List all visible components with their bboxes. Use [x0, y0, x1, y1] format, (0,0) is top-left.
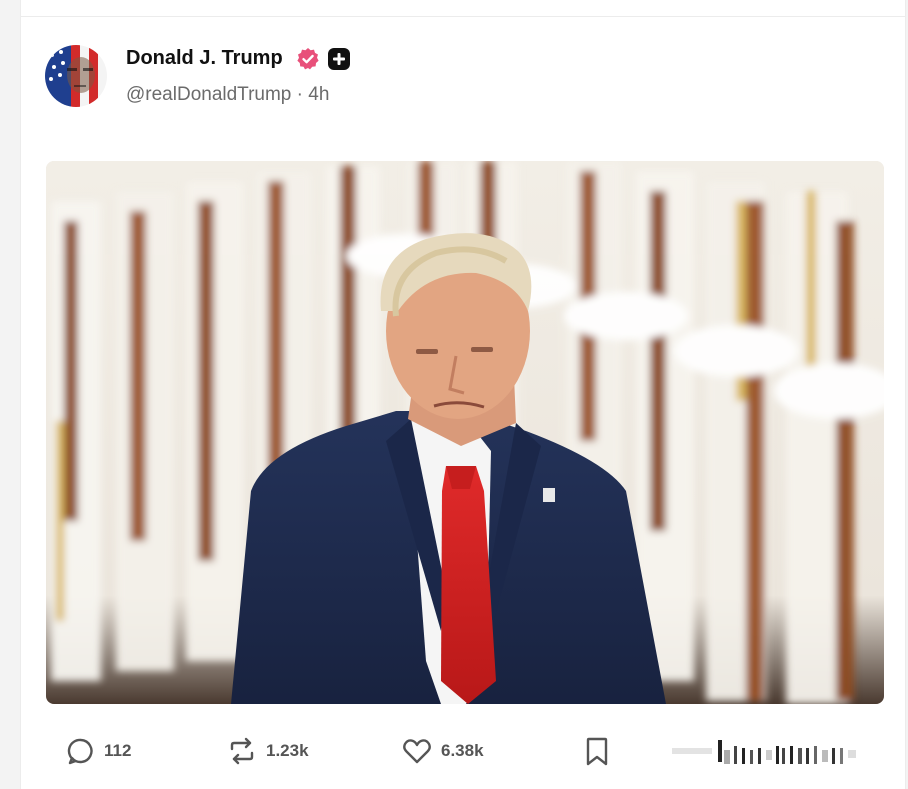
avatar-image-icon — [45, 45, 107, 107]
like-button[interactable]: 6.38k — [401, 736, 484, 766]
divider — [21, 16, 905, 17]
plus-badge-icon — [328, 48, 350, 70]
reply-count: 112 — [104, 741, 132, 760]
bookmark-icon — [586, 737, 608, 766]
like-count: 6.38k — [441, 741, 484, 760]
post-photo[interactable] — [46, 161, 884, 704]
repost-count: 1.23k — [266, 741, 309, 760]
avatar[interactable] — [45, 45, 107, 107]
verified-badge-icon — [296, 47, 320, 71]
bookmark-button[interactable] — [584, 736, 610, 768]
repost-icon — [230, 737, 254, 765]
post-photo-icon — [46, 161, 884, 704]
heart-icon — [403, 739, 431, 764]
meta-separator: · — [296, 84, 303, 105]
page: Donald J. Trump @realDonaldTrump · 4h 11… — [0, 0, 908, 789]
reply-button[interactable]: 112 — [66, 736, 131, 766]
post-card: Donald J. Trump @realDonaldTrump · 4h 11… — [20, 0, 906, 789]
post-timestamp[interactable]: 4h — [308, 84, 329, 105]
author-display-name[interactable]: Donald J. Trump — [126, 47, 283, 70]
repost-button[interactable]: 1.23k — [226, 736, 309, 766]
comment-icon — [67, 738, 93, 765]
watermark-artifact — [672, 740, 856, 764]
author-meta: @realDonaldTrump · 4h — [126, 84, 329, 106]
author-handle[interactable]: @realDonaldTrump — [126, 84, 291, 105]
